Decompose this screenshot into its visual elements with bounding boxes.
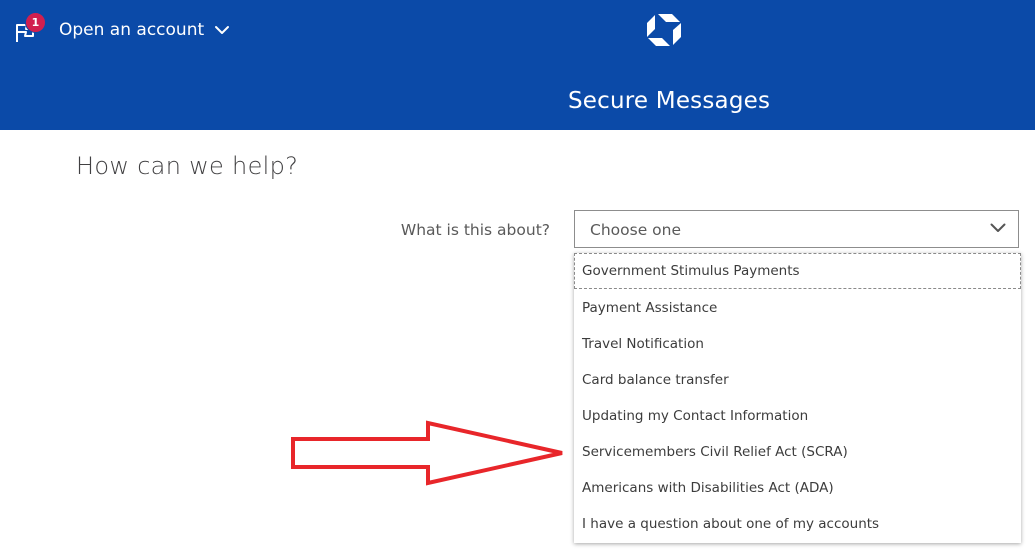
- red-arrow-right-icon: [291, 420, 563, 486]
- open-account-menu[interactable]: Open an account: [59, 19, 230, 41]
- chase-octagon-logo-icon: [647, 14, 681, 46]
- help-heading: How can we help?: [76, 152, 299, 180]
- chase-logo[interactable]: [646, 13, 682, 47]
- topic-label: What is this about?: [400, 221, 550, 239]
- top-header: 1 Open an account Secure Messages: [0, 0, 1035, 130]
- chevron-down-icon: [215, 26, 230, 34]
- topic-option-payment-assistance[interactable]: Payment Assistance: [574, 290, 1021, 326]
- topic-select-value: Choose one: [590, 221, 681, 239]
- topic-select[interactable]: Choose one: [574, 210, 1019, 248]
- topic-option-ada[interactable]: Americans with Disabilities Act (ADA): [574, 470, 1021, 506]
- topic-option-card-balance-transfer[interactable]: Card balance transfer: [574, 362, 1021, 398]
- open-account-label: Open an account: [59, 20, 205, 40]
- topic-options-list: Government Stimulus Payments Payment Ass…: [574, 253, 1021, 543]
- topic-option-travel-notification[interactable]: Travel Notification: [574, 326, 1021, 362]
- chevron-down-icon: [990, 223, 1006, 232]
- topic-option-contact-information[interactable]: Updating my Contact Information: [574, 398, 1021, 434]
- notifications-button[interactable]: 1: [14, 12, 46, 44]
- topic-option-government-stimulus[interactable]: Government Stimulus Payments: [574, 253, 1021, 289]
- topic-option-account-question[interactable]: I have a question about one of my accoun…: [574, 506, 1021, 542]
- topic-option-scra[interactable]: Servicemembers Civil Relief Act (SCRA): [574, 434, 1021, 470]
- page-title: Secure Messages: [568, 88, 771, 114]
- notification-badge: 1: [25, 12, 46, 33]
